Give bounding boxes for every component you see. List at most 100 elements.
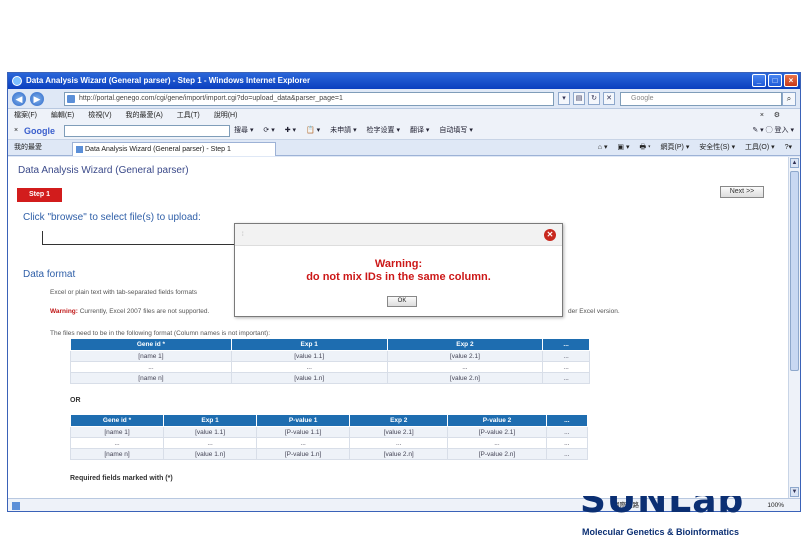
table-cell: ...	[542, 372, 590, 384]
print-icon[interactable]: 🖶 ▾	[639, 144, 650, 151]
gear-icon[interactable]: ⚙	[774, 109, 780, 122]
tab-page-icon	[76, 146, 83, 153]
back-icon[interactable]: ◀	[12, 92, 26, 106]
compat-icon[interactable]: ▤	[573, 92, 585, 105]
search-field[interactable]: Google	[620, 92, 782, 106]
google-tool-search[interactable]: 搜尋 ▾	[234, 127, 253, 134]
search-icon[interactable]: ⌕	[782, 92, 796, 106]
dropdown-icon[interactable]: ▾	[558, 92, 570, 105]
table-cell: [value 1.n]	[163, 448, 258, 460]
address-tools: ▾ ▤ ↻ ✕	[558, 92, 615, 105]
table-cell: ...	[447, 437, 547, 449]
google-toolbar-items: 搜尋 ▾ ⟳ ▾ ✚ ▾ 📋 ▾ 未申請 ▾ 检字设置 ▾ 翻译 ▾ 自动填写 …	[234, 122, 481, 140]
google-toolbar: × Google 搜尋 ▾ ⟳ ▾ ✚ ▾ 📋 ▾ 未申請 ▾ 检字设置 ▾ 翻…	[8, 122, 800, 140]
url-field[interactable]: http://portal.genego.com/cgi/gene/import…	[64, 92, 554, 106]
google-tool-refresh[interactable]: ⟳ ▾	[263, 127, 274, 134]
google-tool-apply[interactable]: 未申請 ▾	[330, 127, 356, 134]
address-bar: ◀ ▶ http://portal.genego.com/cgi/gene/im…	[8, 89, 800, 109]
scroll-thumb[interactable]	[790, 171, 799, 371]
file-upload-field[interactable]	[42, 231, 242, 245]
google-tool-spell[interactable]: 检字设置 ▾	[367, 127, 400, 134]
format-table-pvalue: Gene id * Exp 1 P-value 1 Exp 2 P-value …	[69, 414, 589, 460]
table-cell: [value 1.1]	[163, 426, 258, 438]
drag-handle-icon[interactable]: ⁞	[242, 232, 244, 238]
data-format-heading: Data format	[23, 269, 76, 280]
menu-favorites[interactable]: 我的最愛(A)	[126, 112, 163, 119]
table-cell: ...	[230, 361, 388, 373]
google-signin[interactable]: ✎ ▾ ◯ 登入 ▾	[752, 122, 794, 140]
format-warning-label: Warning:	[50, 308, 78, 315]
table-cell: [name 1]	[69, 426, 165, 438]
forward-icon[interactable]: ▶	[30, 92, 44, 106]
table-cell: ...	[542, 361, 590, 373]
column-header: Gene id *	[69, 414, 165, 427]
google-search-input[interactable]	[64, 125, 230, 137]
table-cell: [value 1.1]	[230, 350, 388, 362]
google-tool-autofill[interactable]: 自动填写 ▾	[439, 127, 472, 134]
table-cell: [value 2.n]	[349, 448, 449, 460]
column-header: Gene id *	[70, 338, 232, 351]
stop-icon[interactable]: ✕	[603, 92, 615, 105]
scroll-down-icon[interactable]: ▼	[790, 487, 799, 497]
tab-label: Data Analysis Wizard (General parser) - …	[85, 146, 231, 153]
table-row: ... ... ... ... ... ...	[69, 437, 589, 449]
table-cell: [value 2.n]	[386, 372, 544, 384]
table-cell: [P-value 1.n]	[256, 448, 351, 460]
vertical-scrollbar[interactable]: ▲ ▼	[788, 157, 800, 498]
maximize-button[interactable]: □	[768, 74, 782, 87]
dialog-titlebar[interactable]: ⁞ ✕	[235, 224, 562, 246]
safety-menu[interactable]: 安全性(S) ▾	[699, 144, 735, 151]
format-warning: Warning: Currently, Excel 2007 files are…	[50, 308, 209, 315]
table-cell: ...	[349, 437, 449, 449]
google-tool-translate[interactable]: 翻译 ▾	[410, 127, 429, 134]
column-header: P-value 2	[447, 414, 547, 427]
google-logo: Google	[24, 126, 55, 136]
minimize-button[interactable]: _	[752, 74, 766, 87]
home-icon[interactable]: ⌂ ▾	[598, 144, 608, 151]
toolbar-close-icon[interactable]: ×	[14, 122, 18, 140]
table-cell: [name n]	[70, 372, 232, 384]
title-bar: Data Analysis Wizard (General parser) - …	[8, 73, 800, 89]
ok-button[interactable]: OK	[387, 296, 417, 307]
table-row: ... ... ... ...	[70, 361, 590, 373]
ie-icon	[12, 76, 22, 86]
format-table-simple: Gene id * Exp 1 Exp 2 ... [name 1] [valu…	[70, 338, 590, 384]
upload-heading: Click "browse" to select file(s) to uplo…	[23, 212, 201, 223]
url-text: http://portal.genego.com/cgi/gene/import…	[79, 95, 343, 102]
table-header-row: Gene id * Exp 1 P-value 1 Exp 2 P-value …	[69, 414, 589, 427]
page-menu[interactable]: 網頁(P) ▾	[661, 144, 690, 151]
warning-dialog: ⁞ ✕ Warning: do not mix IDs in the same …	[234, 223, 563, 317]
format-description: Excel or plain text with tab-separated f…	[50, 289, 198, 296]
close-icon[interactable]: ×	[760, 109, 764, 122]
tools-menu[interactable]: 工具(O) ▾	[745, 144, 775, 151]
close-window-button[interactable]: ×	[784, 74, 798, 87]
feeds-icon[interactable]: ▣ ▾	[617, 144, 629, 151]
zoom-level[interactable]: 100%	[767, 499, 784, 511]
status-icon	[12, 502, 20, 510]
table-cell: [value 2.1]	[349, 426, 449, 438]
google-tool-clip[interactable]: 📋 ▾	[306, 127, 320, 134]
search-placeholder: Google	[631, 95, 654, 102]
page-content: Data Analysis Wizard (General parser) St…	[8, 157, 790, 498]
menu-tools[interactable]: 工具(T)	[177, 112, 200, 119]
column-header: Exp 1	[163, 414, 258, 427]
table-cell: [P-value 1.1]	[256, 426, 351, 438]
menu-file[interactable]: 檔案(F)	[14, 112, 37, 119]
required-fields-note: Required fields marked with (*)	[70, 475, 173, 482]
favorites-button[interactable]: 我的最愛	[14, 140, 42, 156]
help-menu[interactable]: ?▾	[785, 144, 792, 151]
scroll-up-icon[interactable]: ▲	[790, 158, 799, 168]
next-button[interactable]: Next >>	[720, 186, 764, 198]
menu-view[interactable]: 檢視(V)	[88, 112, 111, 119]
table-cell: [P-value 2.n]	[447, 448, 547, 460]
tab-active[interactable]: Data Analysis Wizard (General parser) - …	[72, 142, 276, 156]
refresh-icon[interactable]: ↻	[588, 92, 600, 105]
table-cell: [P-value 2.1]	[447, 426, 547, 438]
table-cell: ...	[542, 350, 590, 362]
menu-help[interactable]: 說明(H)	[214, 112, 238, 119]
menu-edit[interactable]: 編輯(E)	[51, 112, 74, 119]
format-warning-text: Currently, Excel 2007 files are not supp…	[77, 308, 210, 315]
close-icon[interactable]: ✕	[544, 229, 556, 241]
warning-title: Warning:	[374, 258, 423, 270]
google-tool-add[interactable]: ✚ ▾	[285, 127, 296, 134]
